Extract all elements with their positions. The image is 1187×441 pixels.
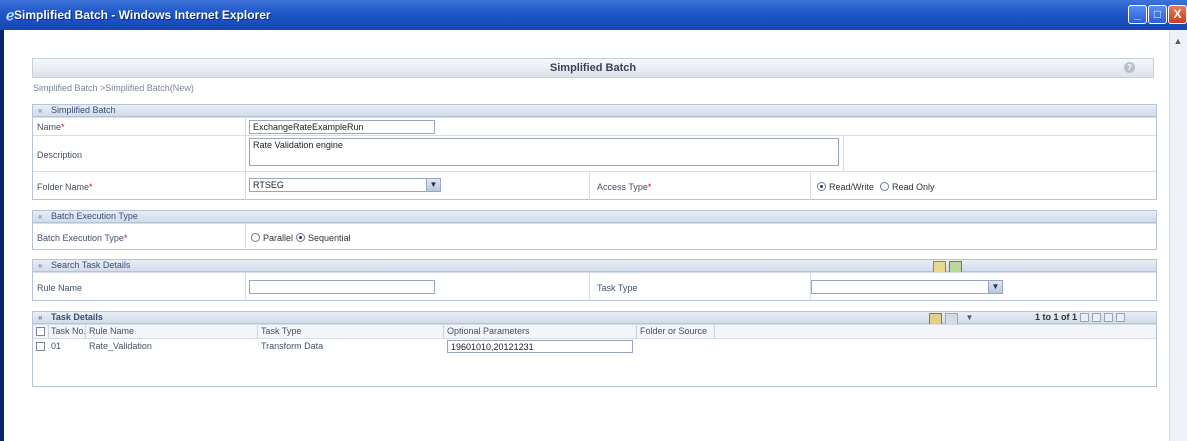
folder-name-label: Folder Name* bbox=[37, 182, 93, 192]
description-input[interactable]: Rate Validation engine bbox=[249, 138, 839, 166]
column-header[interactable]: Folder or Source bbox=[640, 325, 707, 338]
table-row[interactable]: 01 Rate_Validation Transform Data 196010… bbox=[33, 338, 1156, 353]
dropdown-arrow-icon[interactable]: ▼ bbox=[426, 179, 440, 191]
last-page-icon[interactable] bbox=[1116, 313, 1125, 322]
parallel-label: Parallel bbox=[263, 233, 294, 243]
search-task-section-header[interactable]: « Search Task Details bbox=[33, 260, 1156, 273]
simplified-batch-section: « Simplified Batch Name* ExchangeRateExa… bbox=[32, 104, 1157, 200]
task-type-cell: Transform Data bbox=[261, 341, 324, 351]
read-only-label: Read Only bbox=[892, 182, 935, 192]
access-type-label: Access Type* bbox=[597, 182, 652, 192]
first-page-icon[interactable] bbox=[1080, 313, 1089, 322]
column-header[interactable]: Rule Name bbox=[89, 325, 134, 338]
name-label: Name* bbox=[37, 122, 65, 132]
rule-name-input[interactable] bbox=[249, 280, 435, 294]
batch-execution-section: « Batch Execution Type Batch Execution T… bbox=[32, 210, 1157, 250]
read-write-radio[interactable] bbox=[817, 182, 826, 191]
table-header: Task No. Rule Name Task Type Optional Pa… bbox=[33, 324, 1156, 338]
row-checkbox[interactable] bbox=[36, 342, 45, 351]
rule-name-cell: Rate_Validation bbox=[89, 341, 152, 351]
window-title: Simplified Batch - Windows Internet Expl… bbox=[14, 8, 271, 22]
read-only-radio[interactable] bbox=[880, 182, 889, 191]
parallel-radio[interactable] bbox=[251, 233, 260, 242]
scroll-up-icon[interactable]: ▲ bbox=[1171, 34, 1185, 48]
section-title: Task Details bbox=[51, 312, 103, 322]
dropdown-arrow-icon[interactable]: ▼ bbox=[988, 281, 1002, 293]
browser-window: ℯ Simplified Batch - Windows Internet Ex… bbox=[0, 0, 1187, 441]
simplified-batch-section-header[interactable]: « Simplified Batch bbox=[33, 105, 1156, 117]
task-details-section-header[interactable]: « Task Details ▼ 1 to 1 of 1 bbox=[33, 312, 1156, 325]
batch-execution-type-label: Batch Execution Type* bbox=[37, 233, 128, 243]
minimize-button[interactable]: _ bbox=[1128, 5, 1147, 24]
task-details-section: « Task Details ▼ 1 to 1 of 1 Task No. Ru… bbox=[32, 311, 1157, 387]
section-title: Batch Execution Type bbox=[51, 211, 138, 221]
search-row: Rule Name Task Type ▼ bbox=[33, 272, 1156, 301]
column-header[interactable]: Task Type bbox=[261, 325, 301, 338]
select-all-checkbox[interactable] bbox=[36, 327, 45, 336]
task-type-label: Task Type bbox=[597, 283, 638, 293]
filter-icon[interactable]: ▼ bbox=[964, 313, 975, 323]
folder-name-value: RTSEG bbox=[253, 180, 284, 190]
name-input[interactable]: ExchangeRateExampleRun bbox=[249, 120, 435, 134]
vertical-scrollbar[interactable] bbox=[1169, 30, 1187, 441]
description-label: Description bbox=[37, 150, 83, 160]
collapse-arrow-icon[interactable]: « bbox=[38, 312, 42, 323]
page-title: Simplified Batch bbox=[32, 58, 1154, 78]
column-header[interactable]: Optional Parameters bbox=[447, 325, 530, 338]
section-title: Simplified Batch bbox=[51, 105, 116, 115]
search-task-section: « Search Task Details Rule Name Task Typ… bbox=[32, 259, 1157, 301]
name-row: Name* ExchangeRateExampleRun bbox=[33, 117, 1156, 135]
read-write-label: Read/Write bbox=[829, 182, 874, 192]
sequential-label: Sequential bbox=[308, 233, 351, 243]
folder-access-row: Folder Name* RTSEG ▼ Access Type* Read/W… bbox=[33, 171, 1156, 200]
rule-name-label: Rule Name bbox=[37, 283, 83, 293]
collapse-arrow-icon[interactable]: « bbox=[38, 211, 42, 222]
maximize-button[interactable]: □ bbox=[1148, 5, 1167, 24]
folder-name-select[interactable]: RTSEG ▼ bbox=[249, 178, 441, 192]
description-row: Description Rate Validation engine bbox=[33, 135, 1156, 171]
next-page-icon[interactable] bbox=[1104, 313, 1113, 322]
collapse-arrow-icon[interactable]: « bbox=[38, 260, 42, 271]
help-icon[interactable]: ? bbox=[1124, 62, 1135, 73]
pager-text: 1 to 1 of 1 bbox=[1035, 312, 1078, 322]
task-no-cell: 01 bbox=[51, 341, 62, 351]
sequential-radio[interactable] bbox=[296, 233, 305, 242]
batch-execution-section-header[interactable]: « Batch Execution Type bbox=[33, 211, 1156, 223]
batch-execution-row: Batch Execution Type* Parallel Sequentia… bbox=[33, 223, 1156, 250]
prev-page-icon[interactable] bbox=[1092, 313, 1101, 322]
section-title: Search Task Details bbox=[51, 260, 131, 270]
optional-parameters-input[interactable]: 19601010,20121231 bbox=[447, 340, 633, 353]
breadcrumb: Simplified Batch >Simplified Batch(New) bbox=[33, 83, 194, 93]
task-type-select[interactable]: ▼ bbox=[811, 280, 1003, 294]
close-button[interactable]: X bbox=[1168, 5, 1187, 24]
column-header[interactable]: Task No. bbox=[51, 325, 86, 338]
title-bar: ℯ Simplified Batch - Windows Internet Ex… bbox=[0, 0, 1187, 30]
collapse-arrow-icon[interactable]: « bbox=[38, 105, 42, 116]
